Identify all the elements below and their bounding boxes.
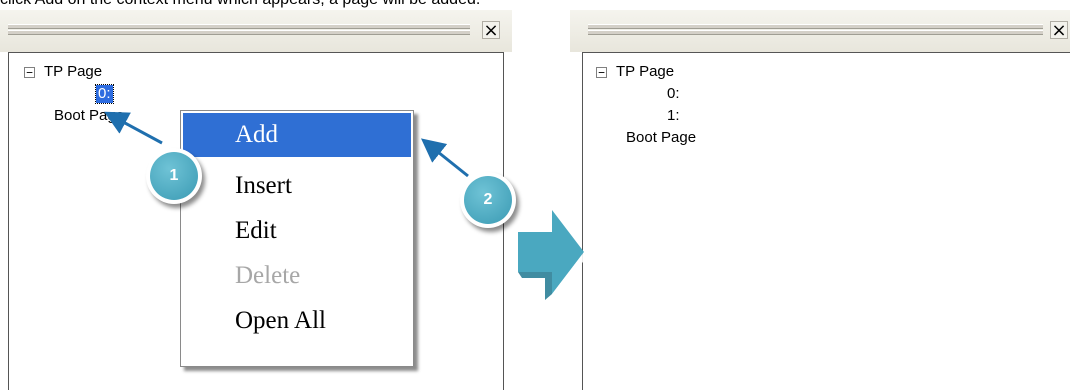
- pointer-arrow-1: [104, 111, 163, 145]
- step-badge-1: 1: [146, 148, 202, 204]
- step-badge-2: 2: [460, 172, 516, 228]
- step-number: 1: [150, 152, 198, 200]
- step-number: 2: [464, 176, 512, 224]
- pointer-arrow-2: [420, 138, 469, 178]
- right-arrow-icon: [518, 210, 590, 300]
